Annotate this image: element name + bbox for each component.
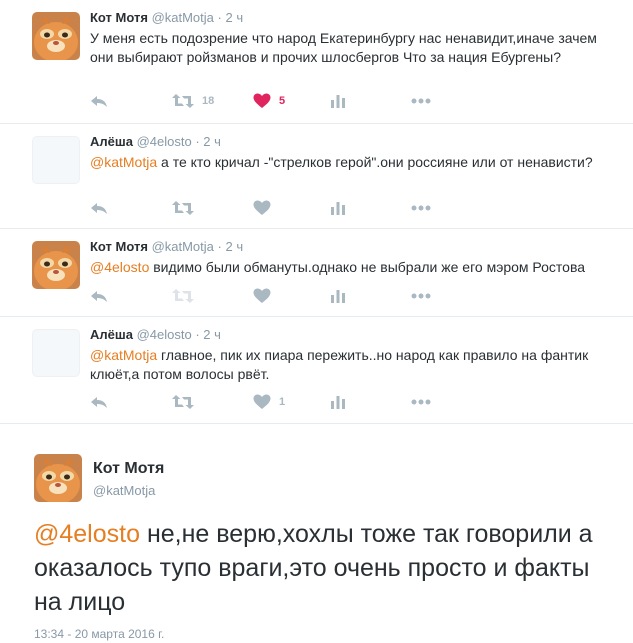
author-handle[interactable]: @katMotja: [93, 483, 155, 498]
more-icon: [411, 98, 431, 104]
author-name[interactable]: Кот Мотя: [90, 239, 148, 254]
mention-link[interactable]: @katMotja: [90, 347, 157, 363]
analytics-button[interactable]: [330, 199, 346, 217]
tweet-header: Кот Мотя @katMotja · 2 ч: [90, 10, 243, 25]
tweet-header: Алёша @4elosto · 2 ч: [90, 134, 221, 149]
tweet-body: видимо были обмануты.однако не выбрали ж…: [149, 259, 586, 275]
author-handle[interactable]: @4elosto: [137, 134, 192, 149]
author-name[interactable]: Кот Мотя: [90, 10, 148, 25]
separator-dot: ·: [195, 327, 200, 342]
retweet-button[interactable]: [172, 199, 202, 217]
author-handle[interactable]: @katMotja: [152, 239, 214, 254]
reply-icon: [91, 397, 107, 408]
author-name[interactable]: Алёша: [90, 134, 133, 149]
more-icon: [411, 399, 431, 405]
heart-icon: [253, 288, 271, 303]
more-icon: [411, 205, 431, 211]
tweet-header: Алёша @4elosto · 2 ч: [90, 327, 221, 342]
reply-icon: [91, 203, 107, 214]
tweet-actions: [90, 287, 450, 307]
tweet-body: главное, пик их пиара пережить..но народ…: [90, 347, 589, 382]
heart-icon: [253, 93, 271, 108]
heart-icon: [253, 200, 271, 215]
reply-button[interactable]: [90, 393, 108, 411]
like-button[interactable]: [253, 199, 279, 217]
analytics-button[interactable]: [330, 287, 346, 305]
tweet-body: а те кто кричал -"стрелков герой".они ро…: [157, 154, 593, 170]
analytics-button[interactable]: [330, 393, 346, 411]
analytics-button[interactable]: [330, 92, 346, 110]
avatar[interactable]: [34, 454, 82, 502]
reply-icon: [91, 291, 107, 302]
separator-dot: ·: [195, 134, 200, 149]
separator-dot: ·: [217, 239, 222, 254]
author-handle[interactable]: @4elosto: [137, 327, 192, 342]
reply-button[interactable]: [90, 287, 108, 305]
more-button[interactable]: [411, 393, 431, 411]
retweet-button[interactable]: [172, 393, 202, 411]
retweet-icon: [172, 201, 194, 215]
more-icon: [411, 293, 431, 299]
tweet-text: @4elosto видимо были обмануты.однако не …: [90, 258, 610, 277]
tweet-time[interactable]: 2 ч: [203, 134, 221, 149]
analytics-icon: [331, 202, 345, 215]
author-handle[interactable]: @katMotja: [152, 10, 214, 25]
tweet-actions: [90, 199, 450, 219]
like-button[interactable]: 1: [253, 393, 285, 411]
analytics-icon: [331, 396, 345, 409]
conversation-thread: Кот Мотя @katMotja · 2 ч У меня есть под…: [0, 0, 633, 643]
heart-icon: [253, 394, 271, 409]
tweet[interactable]: Кот Мотя @katMotja · 2 ч @4elosto видимо…: [0, 229, 633, 317]
tweet[interactable]: Алёша @4elosto · 2 ч @katMotja главное, …: [0, 317, 633, 424]
like-count: 1: [279, 396, 286, 408]
reply-button[interactable]: [90, 92, 108, 110]
tweet-text: @katMotja а те кто кричал -"стрелков гер…: [90, 153, 610, 172]
avatar[interactable]: [32, 329, 80, 377]
tweet-body: У меня есть подозрение что народ Екатери…: [90, 30, 597, 65]
tweet-text: @katMotja главное, пик их пиара пережить…: [90, 346, 610, 384]
more-button[interactable]: [411, 199, 431, 217]
focused-tweet[interactable]: Кот Мотя @katMotja @4elosto не,не верю,х…: [0, 427, 633, 643]
avatar[interactable]: [32, 136, 80, 184]
tweet-text: У меня есть подозрение что народ Екатери…: [90, 29, 610, 67]
avatar[interactable]: [32, 241, 80, 289]
reply-button[interactable]: [90, 199, 108, 217]
mention-link[interactable]: @4elosto: [90, 259, 149, 275]
more-button[interactable]: [411, 92, 431, 110]
tweet-actions: 1: [90, 393, 450, 413]
tweet[interactable]: Алёша @4elosto · 2 ч @katMotja а те кто …: [0, 124, 633, 229]
tweet-time[interactable]: 2 ч: [203, 327, 221, 342]
avatar[interactable]: [32, 12, 80, 60]
mention-link[interactable]: @4elosto: [34, 520, 140, 548]
retweet-icon: [172, 395, 194, 409]
more-button[interactable]: [411, 287, 431, 305]
tweet-time[interactable]: 2 ч: [225, 10, 243, 25]
tweet-text: @4elosto не,не верю,хохлы тоже так говор…: [34, 517, 624, 619]
retweet-icon: [172, 94, 194, 108]
separator-dot: ·: [217, 10, 222, 25]
retweet-count: 18: [202, 95, 215, 107]
tweet-header: Кот Мотя @katMotja · 2 ч: [90, 239, 243, 254]
like-button[interactable]: 5: [253, 92, 285, 110]
tweet-timestamp[interactable]: 13:34 - 20 марта 2016 г.: [34, 627, 164, 641]
analytics-icon: [331, 95, 345, 108]
like-button[interactable]: [253, 287, 279, 305]
mention-link[interactable]: @katMotja: [90, 154, 157, 170]
author-name[interactable]: Кот Мотя: [93, 460, 164, 478]
like-count: 5: [279, 95, 286, 107]
retweet-icon: [172, 289, 194, 303]
reply-icon: [91, 96, 107, 107]
analytics-icon: [331, 290, 345, 303]
retweet-button[interactable]: [172, 287, 202, 305]
retweet-button[interactable]: 18: [172, 92, 214, 110]
author-name[interactable]: Алёша: [90, 327, 133, 342]
tweet[interactable]: Кот Мотя @katMotja · 2 ч У меня есть под…: [0, 0, 633, 124]
tweet-actions: 18 5: [90, 92, 450, 112]
tweet-time[interactable]: 2 ч: [225, 239, 243, 254]
